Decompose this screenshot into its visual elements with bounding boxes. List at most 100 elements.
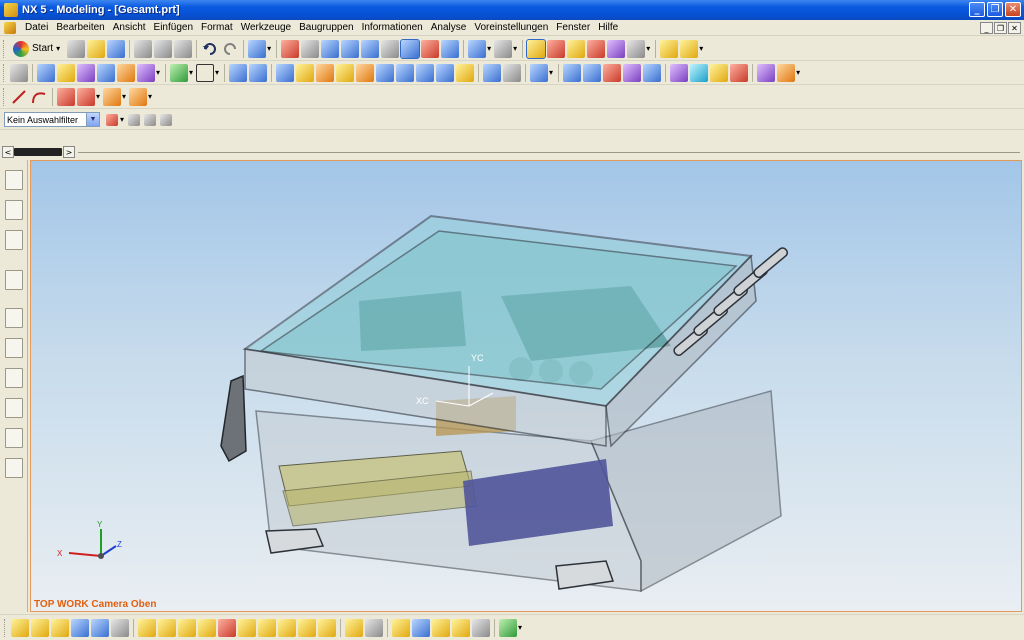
scroll-left-button[interactable]: < <box>2 146 14 158</box>
part-navigator-icon[interactable] <box>5 200 23 220</box>
rectangle-icon[interactable] <box>196 63 215 82</box>
shell-icon[interactable] <box>456 63 475 82</box>
document-icon[interactable] <box>4 21 16 34</box>
box-icon[interactable] <box>229 63 248 82</box>
toolbar-grip[interactable] <box>3 39 6 58</box>
groove-icon[interactable] <box>376 63 395 82</box>
revolve-icon[interactable] <box>57 63 75 82</box>
extend-icon[interactable] <box>730 63 749 82</box>
slot-icon[interactable] <box>356 63 375 82</box>
curve-bridge-icon[interactable] <box>129 87 148 106</box>
menu-bearbeiten[interactable]: Bearbeiten <box>52 20 108 36</box>
tab-scroll-thumb[interactable] <box>14 148 62 156</box>
maximize-button[interactable]: ❐ <box>987 2 1003 17</box>
boss-icon[interactable] <box>296 63 315 82</box>
select-all-icon[interactable] <box>160 113 173 126</box>
color-icon[interactable] <box>757 63 776 82</box>
menu-format[interactable]: Format <box>197 20 237 36</box>
minimize-button[interactable]: _ <box>969 2 985 17</box>
selection-intent-icon[interactable] <box>128 113 141 126</box>
route-icon[interactable] <box>238 618 256 637</box>
wave-icon[interactable] <box>158 618 176 637</box>
explode-icon[interactable] <box>91 618 109 637</box>
chamfer-icon[interactable] <box>436 63 455 82</box>
assembly-add-icon[interactable] <box>11 618 29 637</box>
electrical-icon[interactable] <box>318 618 336 637</box>
doc-restore-button[interactable]: ❐ <box>994 22 1007 34</box>
role-icon[interactable] <box>5 398 23 418</box>
sketch-icon[interactable] <box>170 63 189 82</box>
close-button[interactable]: ✕ <box>1005 2 1021 17</box>
sketch-tool-icon[interactable] <box>627 39 646 58</box>
menu-hilfe[interactable]: Hilfe <box>594 20 622 36</box>
sew-icon[interactable] <box>603 63 622 82</box>
link-icon[interactable] <box>365 618 383 637</box>
start-button[interactable]: Start ▾ <box>9 40 66 57</box>
snap-point-icon[interactable] <box>106 113 118 126</box>
mesh-icon[interactable] <box>690 63 709 82</box>
web-browser-icon[interactable] <box>5 270 23 290</box>
product-icon[interactable] <box>432 618 450 637</box>
angle-icon[interactable] <box>680 39 699 58</box>
curve-offset-icon[interactable] <box>77 87 95 106</box>
doc-close-button[interactable]: ✕ <box>1008 22 1021 34</box>
hole-icon[interactable] <box>276 63 295 82</box>
reposition-icon[interactable] <box>71 618 89 637</box>
save-icon[interactable] <box>107 39 126 58</box>
graphics-window[interactable]: YC XC Y X Z TOP WORK Camera Oben <box>30 160 1022 612</box>
sweep-icon[interactable] <box>77 63 95 82</box>
paint-icon[interactable] <box>777 63 796 82</box>
reuse-library-icon[interactable] <box>5 338 23 358</box>
selection-filter-dropdown[interactable]: Kein Auswahlfilter ▼ <box>4 112 100 127</box>
chevron-down-icon[interactable]: ▼ <box>86 113 99 126</box>
display-icon[interactable] <box>494 39 513 58</box>
weld-icon[interactable] <box>278 618 296 637</box>
copy-icon[interactable] <box>154 39 173 58</box>
constraint-navigator-icon[interactable] <box>5 230 23 250</box>
array-icon[interactable] <box>111 618 129 637</box>
save-as-icon[interactable] <box>412 618 430 637</box>
point-icon[interactable] <box>547 39 566 58</box>
cylinder-icon[interactable] <box>249 63 268 82</box>
sequence-icon[interactable] <box>178 618 196 637</box>
pocket-icon[interactable] <box>316 63 335 82</box>
menu-voreinstellungen[interactable]: Voreinstellungen <box>470 20 552 36</box>
shaded-icon[interactable] <box>400 38 421 59</box>
wcs-icon[interactable] <box>526 38 547 59</box>
zoom-window-icon[interactable] <box>301 39 320 58</box>
zoom-in-icon[interactable] <box>341 39 360 58</box>
image-icon[interactable] <box>5 458 23 478</box>
select-icon[interactable] <box>248 39 267 58</box>
system-materials-icon[interactable] <box>5 428 23 448</box>
pattern-icon[interactable] <box>563 63 582 82</box>
render-style-icon[interactable] <box>468 39 487 58</box>
pipe-icon[interactable] <box>258 618 276 637</box>
menu-werkzeuge[interactable]: Werkzeuge <box>237 20 295 36</box>
unite-icon[interactable] <box>530 63 549 82</box>
paste-icon[interactable] <box>174 39 193 58</box>
load-icon[interactable] <box>392 618 410 637</box>
datum-axis-icon[interactable] <box>117 63 135 82</box>
layer-icon[interactable] <box>421 39 440 58</box>
mirror-icon[interactable] <box>583 63 602 82</box>
ruler-icon[interactable] <box>660 39 679 58</box>
fit-icon[interactable] <box>281 39 300 58</box>
new-icon[interactable] <box>67 39 86 58</box>
scroll-right-button[interactable]: > <box>63 146 75 158</box>
menu-ansicht[interactable]: Ansicht <box>109 20 150 36</box>
menu-datei[interactable]: Datei <box>21 20 52 36</box>
offset-icon[interactable] <box>503 63 522 82</box>
cut-icon[interactable] <box>134 39 153 58</box>
view-orient-icon[interactable] <box>441 39 460 58</box>
component-icon[interactable] <box>31 618 49 637</box>
draft-icon[interactable] <box>483 63 502 82</box>
replace-icon[interactable] <box>138 618 156 637</box>
drawing-icon[interactable] <box>472 618 490 637</box>
measure-icon[interactable] <box>607 39 626 58</box>
visualization-icon[interactable] <box>5 368 23 388</box>
assembly-icon[interactable] <box>10 63 28 82</box>
interference-icon[interactable] <box>218 618 236 637</box>
menu-fenster[interactable]: Fenster <box>552 20 594 36</box>
menu-analyse[interactable]: Analyse <box>427 20 471 36</box>
assembly-navigator-icon[interactable] <box>5 170 23 190</box>
